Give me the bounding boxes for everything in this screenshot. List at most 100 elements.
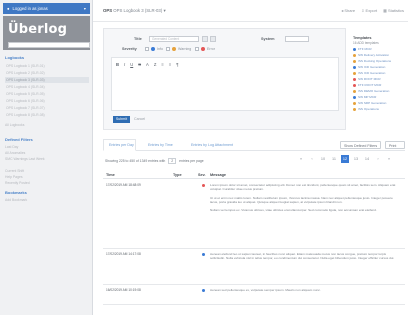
template-item[interactable]: FTF MCR: [353, 47, 408, 51]
template-item[interactable]: ISS ICD Generation: [353, 71, 408, 75]
severity-error-checkbox[interactable]: [195, 47, 199, 51]
showing-info: Showing 225 to 450 of 1349 entries with …: [105, 158, 204, 164]
all-logbooks-link[interactable]: All Logbooks: [5, 123, 24, 127]
template-item[interactable]: SW ICD Generation: [353, 65, 408, 69]
entry-time: 17/02/2019 AM 14:17:08: [106, 252, 141, 256]
template-item[interactable]: SW ROOT MCR: [353, 77, 408, 81]
template-item[interactable]: FTF ROOT MCR: [353, 83, 408, 87]
page-button[interactable]: »: [385, 155, 393, 163]
print-button[interactable]: Print: [385, 141, 405, 149]
tab-entries-by-time[interactable]: Entries by Time: [148, 143, 173, 147]
font-color-icon[interactable]: A: [146, 62, 149, 67]
template-dot-icon: [353, 77, 356, 81]
message-paragraph: Lorem ipsum dolor sit amet, consectetur …: [210, 183, 396, 192]
sidebar-item-logbook[interactable]: OPS Logbook 1 (SLR-01): [5, 63, 89, 69]
template-item[interactable]: ISS DEMO Generation: [353, 89, 408, 93]
filter-item[interactable]: All Anomalies: [5, 151, 25, 155]
column-message[interactable]: Message: [210, 173, 226, 177]
column-type[interactable]: Type: [173, 173, 182, 177]
logbooks-title: Logbooks: [5, 55, 25, 60]
table-row[interactable]: 17/02/2019 AM 18:48:09 Lorem ipsum dolor …: [103, 180, 405, 249]
underline-icon[interactable]: U: [130, 62, 133, 67]
sidebar-item-logbook[interactable]: OPS Logbook 4 (SLR-04): [5, 84, 89, 90]
sidebar-item-logbook[interactable]: OPS Logbook 2 (SLR-02): [5, 70, 89, 76]
sidebar-item-logbook[interactable]: OPS Logbook 3 (SLR-03): [5, 77, 89, 83]
templates-panel: Templates 16 ADD templates FTF MCR SW Del…: [353, 36, 408, 124]
template-label: ISS DEMO Generation: [358, 89, 390, 93]
add-bookmark-link[interactable]: Add Bookmark: [5, 198, 27, 202]
filter-item[interactable]: SMC Warnings Last Week: [5, 157, 45, 161]
severity-dot-icon: [202, 289, 205, 292]
column-time[interactable]: Time: [106, 173, 115, 177]
message-paragraph: Aenean sed pellentesque ex, vulputate se…: [210, 288, 321, 292]
templates-subtitle: 16 ADD templates: [353, 41, 379, 45]
table-row[interactable]: 17/02/2019 AM 14:17:08 Aenean eleifend le…: [103, 249, 405, 285]
sidebar-item-logbook[interactable]: OPS Logbook 8 (SLR-08): [5, 112, 89, 118]
submit-button[interactable]: Submit: [113, 116, 130, 123]
title-input[interactable]: Generated Content: [149, 36, 199, 42]
severity-warning-checkbox[interactable]: [166, 47, 170, 51]
template-item[interactable]: ISS Docking Operations: [353, 59, 408, 63]
clear-icon[interactable]: [210, 36, 216, 42]
brand-logo: Überlog: [8, 22, 68, 37]
tab-entries-per-day[interactable]: Entries per Day: [109, 143, 134, 147]
pagination: «‹ 10 11 12 13 14 ›»: [297, 155, 393, 163]
search-input[interactable]: [8, 42, 90, 48]
message-paragraph: Aenean eleifend leo ut sapien laoreet, i…: [210, 252, 395, 261]
sidebar-link[interactable]: Help Pages: [5, 175, 23, 179]
entry-time: 17/02/2019 AM 18:48:09: [106, 183, 141, 187]
info-dot-icon: [151, 47, 155, 51]
sidebar-item-logbook[interactable]: OPS Logbook 5 (SLR-05): [5, 91, 89, 97]
page-button[interactable]: 12: [341, 155, 349, 163]
page-button[interactable]: ›: [374, 155, 382, 163]
numbered-list-icon[interactable]: ≡: [169, 62, 171, 67]
user-menu[interactable]: ● Logged in as jonas ▾: [3, 3, 90, 14]
page-button[interactable]: 14: [363, 155, 371, 163]
bold-icon[interactable]: B: [116, 62, 119, 67]
template-item[interactable]: SW Delivery Activation: [353, 53, 408, 57]
bullet-list-icon[interactable]: ≡: [161, 62, 163, 67]
template-item[interactable]: SW SRP Generation: [353, 101, 408, 105]
template-dot-icon: [353, 83, 356, 87]
export-button[interactable]: ⇩ Export: [361, 8, 377, 13]
bookmarks-title: Bookmarks: [5, 190, 27, 195]
tab-entries-by-attachment[interactable]: Entries by Log Attachment: [191, 143, 233, 147]
severity-info-checkbox[interactable]: [145, 47, 149, 51]
entries-table-header: Time Type Sev. Message: [103, 170, 405, 179]
title-label: Title: [134, 37, 142, 41]
sidebar-item-logbook[interactable]: OPS Logbook 7 (SLR-07): [5, 105, 89, 111]
message-editor[interactable]: B I U S A Z ≡ ≡ ¶: [111, 57, 339, 111]
entry-message: Lorem ipsum dolor sit amet, consectetur …: [210, 183, 400, 248]
strike-icon[interactable]: S: [138, 62, 141, 67]
page-button[interactable]: 10: [319, 155, 327, 163]
paragraph-icon[interactable]: ¶: [176, 62, 178, 67]
template-dot-icon: [353, 53, 356, 57]
sidebar-link[interactable]: Recently Posted: [5, 181, 30, 185]
italic-icon[interactable]: I: [124, 62, 125, 67]
logbook-name: OPS Logbook 3 (SLR-03): [113, 8, 163, 13]
column-severity[interactable]: Sev.: [198, 173, 206, 177]
per-page-select[interactable]: 2: [168, 158, 177, 164]
template-item[interactable]: ISS Operations: [353, 107, 408, 111]
sidebar-link[interactable]: Current Shift: [5, 169, 24, 173]
user-label: Logged in as jonas: [12, 6, 48, 11]
template-item[interactable]: SW MP MCR: [353, 95, 408, 99]
cancel-button[interactable]: Cancel: [134, 117, 145, 121]
page-button[interactable]: 11: [330, 155, 338, 163]
table-row[interactable]: 16/02/2019 AM 10:19:08 Aenean sed pellent…: [103, 285, 405, 305]
filter-item[interactable]: Last Day: [5, 145, 18, 149]
template-label: ISS ICD Generation: [358, 71, 386, 75]
template-label: SW MP MCR: [358, 95, 377, 99]
severity-error-label: Error: [207, 47, 215, 51]
font-size-icon[interactable]: Z: [154, 62, 157, 67]
system-input[interactable]: [285, 36, 309, 42]
page-button[interactable]: «: [297, 155, 305, 163]
statistics-button[interactable]: ▦ Statistics: [383, 8, 404, 13]
message-paragraph: Nullam vel tempus ex. Vivamus ultrices, …: [210, 208, 377, 213]
calendar-icon[interactable]: [202, 36, 208, 42]
page-button[interactable]: 13: [352, 155, 360, 163]
page-button[interactable]: ‹: [308, 155, 316, 163]
share-button[interactable]: ◂ Share: [341, 8, 355, 13]
sidebar-item-logbook[interactable]: OPS Logbook 6 (SLR-06): [5, 98, 89, 104]
show-defined-filters-button[interactable]: Show Defined Filters: [340, 141, 382, 149]
